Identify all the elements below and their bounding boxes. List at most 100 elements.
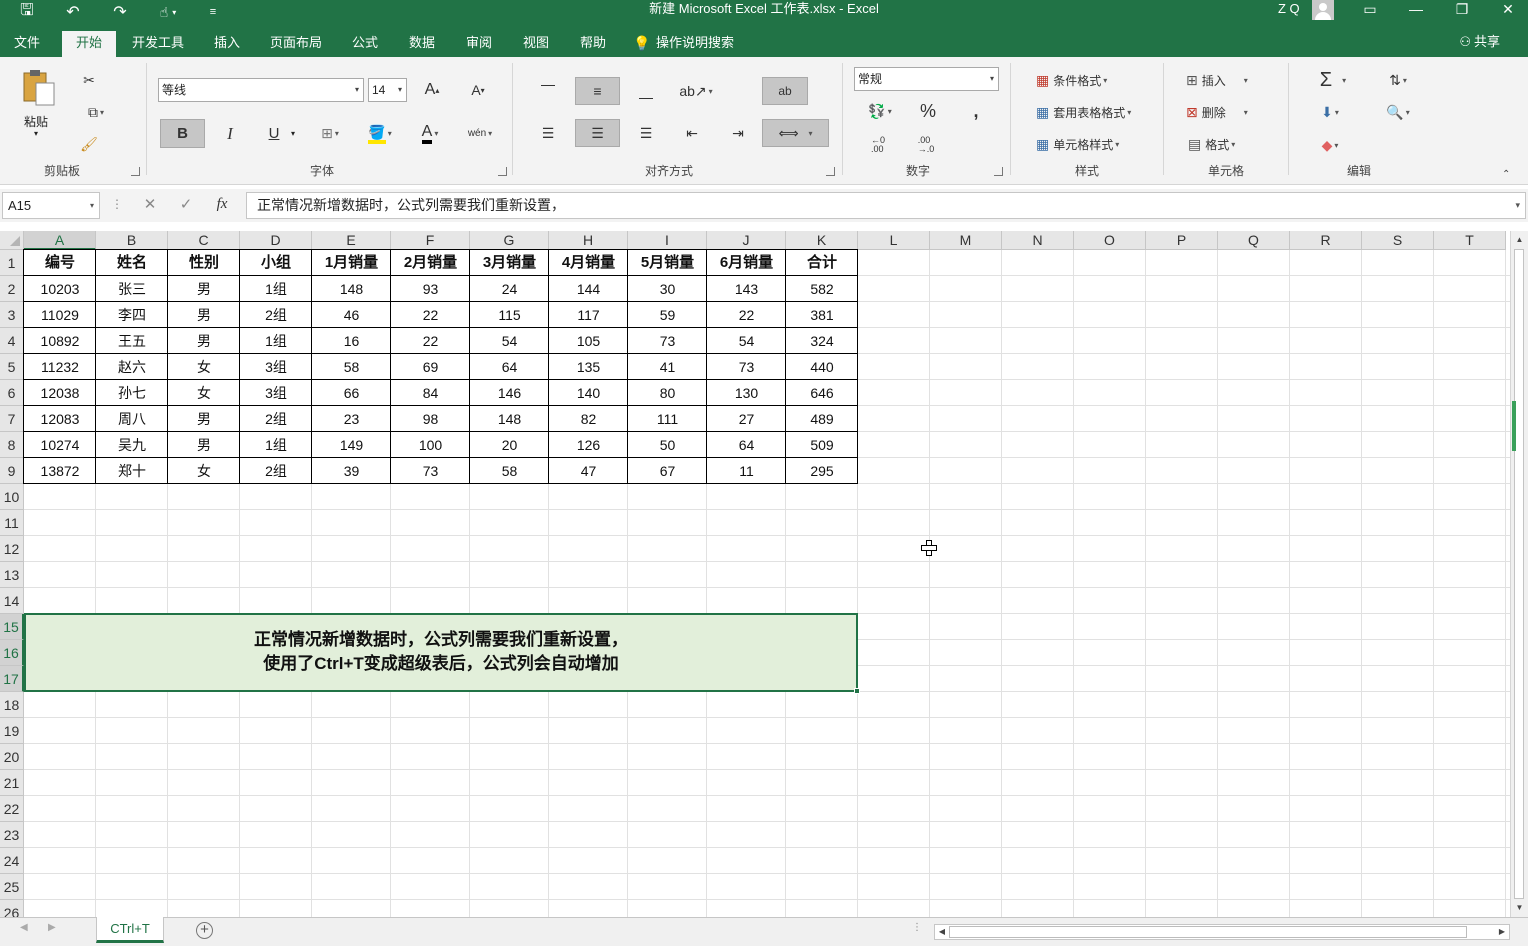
- row-header-9[interactable]: 9: [0, 458, 24, 484]
- paste-dropdown-icon[interactable]: ▾: [34, 129, 38, 138]
- table-cell[interactable]: 93: [391, 276, 470, 302]
- table-cell[interactable]: 22: [391, 302, 470, 328]
- table-cell[interactable]: 115: [470, 302, 549, 328]
- row-header-11[interactable]: 11: [0, 510, 24, 536]
- table-cell[interactable]: 135: [549, 354, 628, 380]
- tab-file[interactable]: 文件: [0, 31, 54, 57]
- more-options-icon[interactable]: ⋮: [108, 192, 126, 219]
- scroll-up-icon[interactable]: ▲: [1511, 233, 1528, 247]
- tab-developer[interactable]: 开发工具: [124, 31, 192, 57]
- table-cell[interactable]: 148: [470, 406, 549, 432]
- table-cell[interactable]: 11232: [24, 354, 96, 380]
- table-cell[interactable]: 111: [628, 406, 707, 432]
- table-cell[interactable]: 16: [312, 328, 391, 354]
- table-cell[interactable]: 10274: [24, 432, 96, 458]
- prev-sheet-icon[interactable]: ◀: [20, 922, 28, 933]
- share-button[interactable]: ⚇ 共享: [1459, 31, 1500, 57]
- table-header-cell[interactable]: 2月销量: [391, 250, 470, 276]
- align-right-icon[interactable]: ☰: [632, 119, 660, 147]
- table-header-cell[interactable]: 姓名: [96, 250, 168, 276]
- table-cell[interactable]: 孙七: [96, 380, 168, 406]
- copy-icon[interactable]: ⧉ ▾: [76, 101, 116, 123]
- table-cell[interactable]: 646: [786, 380, 858, 406]
- table-cell[interactable]: 24: [470, 276, 549, 302]
- table-cell[interactable]: 11029: [24, 302, 96, 328]
- select-all-corner[interactable]: [0, 231, 24, 250]
- accounting-format-icon[interactable]: 💱 ▾: [860, 99, 900, 123]
- find-select-icon[interactable]: 🔍 ▾: [1380, 100, 1416, 124]
- row-header-3[interactable]: 3: [0, 302, 24, 328]
- table-cell[interactable]: 11: [707, 458, 786, 484]
- table-cell[interactable]: 周八: [96, 406, 168, 432]
- row-header-8[interactable]: 8: [0, 432, 24, 458]
- table-cell[interactable]: 10892: [24, 328, 96, 354]
- table-cell[interactable]: 582: [786, 276, 858, 302]
- table-cell[interactable]: 143: [707, 276, 786, 302]
- clear-icon[interactable]: ◆ ▾: [1312, 133, 1348, 157]
- tab-insert[interactable]: 插入: [202, 31, 252, 57]
- table-cell[interactable]: 2组: [240, 406, 312, 432]
- table-cell[interactable]: 73: [707, 354, 786, 380]
- phonetic-icon[interactable]: wén ▾: [460, 119, 500, 148]
- align-left-icon[interactable]: ☰: [534, 119, 562, 147]
- autosum-button[interactable]: Σ ▾: [1310, 67, 1356, 93]
- scroll-down-icon[interactable]: ▼: [1511, 901, 1528, 915]
- column-header-r[interactable]: R: [1290, 231, 1362, 250]
- table-cell[interactable]: 22: [391, 328, 470, 354]
- row-header-14[interactable]: 14: [0, 588, 24, 614]
- row-header-5[interactable]: 5: [0, 354, 24, 380]
- table-cell[interactable]: 64: [470, 354, 549, 380]
- paste-label[interactable]: 粘贴: [24, 113, 48, 130]
- table-cell[interactable]: 男: [168, 406, 240, 432]
- table-cell[interactable]: 509: [786, 432, 858, 458]
- row-header-2[interactable]: 2: [0, 276, 24, 302]
- table-cell[interactable]: 3组: [240, 380, 312, 406]
- row-header-15[interactable]: 15: [0, 614, 24, 640]
- merged-note-cell[interactable]: 正常情况新增数据时，公式列需要我们重新设置， 使用了Ctrl+T变成超级表后，公…: [24, 613, 858, 692]
- row-header-13[interactable]: 13: [0, 562, 24, 588]
- row-header-16[interactable]: 16: [0, 640, 24, 666]
- scroll-left-icon[interactable]: ◀: [935, 925, 949, 939]
- insert-cells-button[interactable]: ⊞ 插入 ▾: [1186, 69, 1266, 91]
- tab-home[interactable]: 开始: [62, 31, 116, 57]
- increase-font-icon[interactable]: A ▴: [420, 78, 444, 102]
- table-cell[interactable]: 117: [549, 302, 628, 328]
- table-cell[interactable]: 130: [707, 380, 786, 406]
- table-cell[interactable]: 张三: [96, 276, 168, 302]
- table-cell[interactable]: 13872: [24, 458, 96, 484]
- horizontal-scroll-thumb[interactable]: [949, 926, 1467, 938]
- table-header-cell[interactable]: 5月销量: [628, 250, 707, 276]
- row-header-21[interactable]: 21: [0, 770, 24, 796]
- row-header-17[interactable]: 17: [0, 666, 24, 692]
- table-cell[interactable]: 50: [628, 432, 707, 458]
- next-sheet-icon[interactable]: ▶: [48, 922, 56, 933]
- table-cell[interactable]: 146: [470, 380, 549, 406]
- table-cell[interactable]: 58: [470, 458, 549, 484]
- align-top-icon[interactable]: ⎺: [534, 77, 562, 105]
- table-cell[interactable]: 54: [707, 328, 786, 354]
- table-cell[interactable]: 140: [549, 380, 628, 406]
- bold-button[interactable]: B: [160, 119, 205, 148]
- table-cell[interactable]: 67: [628, 458, 707, 484]
- format-as-table-button[interactable]: ▦ 套用表格格式 ▾: [1036, 101, 1160, 123]
- table-cell[interactable]: 39: [312, 458, 391, 484]
- table-cell[interactable]: 12038: [24, 380, 96, 406]
- table-cell[interactable]: 148: [312, 276, 391, 302]
- column-header-t[interactable]: T: [1434, 231, 1506, 250]
- table-cell[interactable]: 李四: [96, 302, 168, 328]
- row-header-1[interactable]: 1: [0, 250, 24, 276]
- table-cell[interactable]: 男: [168, 276, 240, 302]
- table-cell[interactable]: 3组: [240, 354, 312, 380]
- close-icon[interactable]: ✕: [1485, 0, 1528, 20]
- column-header-q[interactable]: Q: [1218, 231, 1290, 250]
- row-header-6[interactable]: 6: [0, 380, 24, 406]
- percent-style-button[interactable]: %: [914, 99, 942, 123]
- row-header-12[interactable]: 12: [0, 536, 24, 562]
- table-cell[interactable]: 80: [628, 380, 707, 406]
- row-header-26[interactable]: 26: [0, 900, 24, 917]
- font-launcher-icon[interactable]: [498, 167, 507, 176]
- table-cell[interactable]: 1组: [240, 276, 312, 302]
- column-header-c[interactable]: C: [168, 231, 240, 250]
- tab-formulas[interactable]: 公式: [340, 31, 390, 57]
- number-format-select[interactable]: 常规 ▾: [854, 67, 999, 91]
